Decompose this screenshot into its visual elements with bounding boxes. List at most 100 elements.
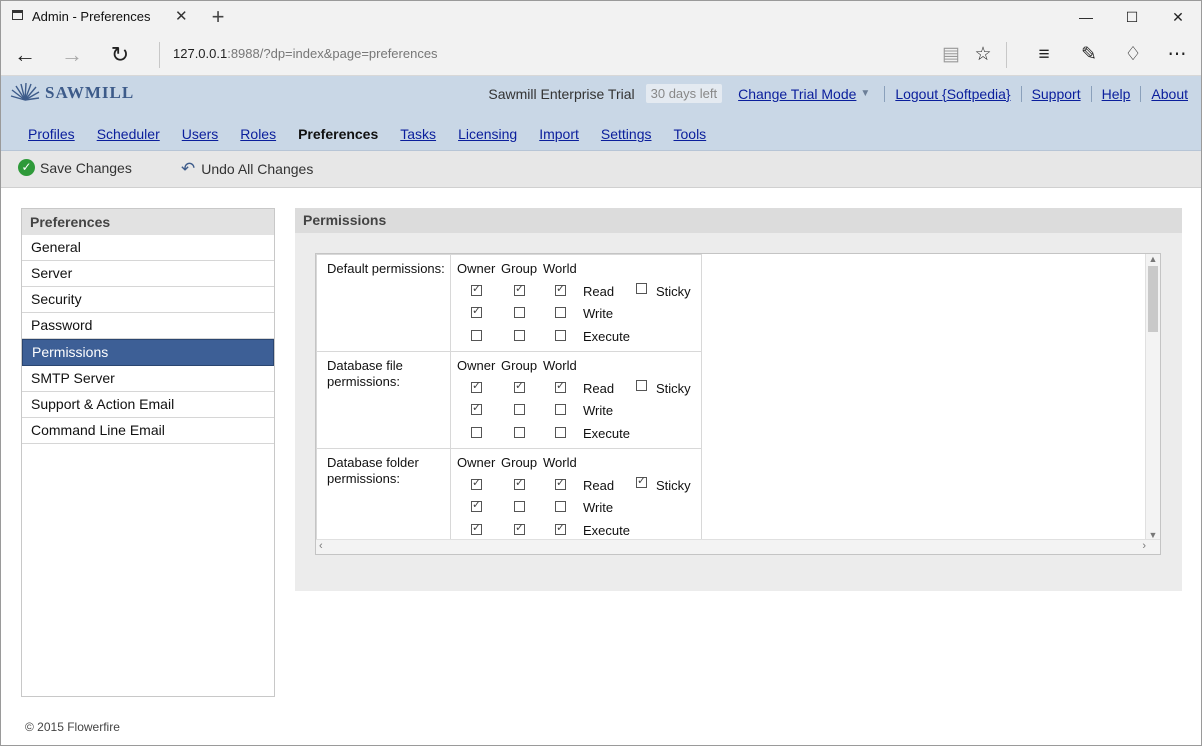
column-header-world: World — [543, 261, 577, 276]
divider — [1020, 85, 1022, 102]
read-group-checkbox[interactable] — [514, 282, 525, 296]
divider — [1140, 85, 1142, 102]
read-group-checkbox[interactable] — [514, 476, 525, 490]
nav-tasks[interactable]: Tasks — [400, 126, 436, 142]
execute-owner-checkbox[interactable] — [471, 521, 482, 535]
sidebar-item-general[interactable]: General — [22, 235, 274, 261]
browser-tab-bar: Admin - Preferences ✕ + — ☐ ✕ — [0, 0, 1202, 34]
close-tab-icon[interactable]: ✕ — [175, 7, 188, 25]
sawmill-logo[interactable]: SAWMILL — [10, 82, 134, 104]
back-icon[interactable]: ← — [10, 40, 40, 70]
support-link[interactable]: Support — [1032, 86, 1081, 102]
chevron-down-icon[interactable]: ▼ — [860, 88, 870, 99]
write-world-checkbox[interactable] — [555, 307, 566, 318]
divider — [1090, 85, 1092, 102]
sidebar-item-command-line-email[interactable]: Command Line Email — [22, 418, 274, 444]
new-tab-button[interactable]: + — [206, 4, 230, 30]
nav-preferences[interactable]: Preferences — [298, 126, 378, 142]
url-field[interactable]: 127.0.0.1:8988/?dp=index&page=preference… — [173, 46, 438, 61]
sticky-label: Sticky — [656, 478, 691, 493]
nav-roles[interactable]: Roles — [240, 126, 276, 142]
share-icon[interactable]: ♢ — [1118, 40, 1148, 70]
execute-world-checkbox[interactable] — [555, 427, 566, 438]
write-group-checkbox[interactable] — [514, 404, 525, 415]
write-label: Write — [583, 403, 614, 418]
permission-grid-box: Owner Group World Read Write Execute Sticky — [451, 449, 701, 545]
nav-users[interactable]: Users — [182, 126, 219, 142]
browser-tab[interactable]: Admin - Preferences ✕ — [0, 0, 200, 34]
refresh-icon[interactable]: ↻ — [105, 40, 135, 70]
hub-icon[interactable]: ≡ — [1029, 40, 1059, 70]
read-world-checkbox[interactable] — [555, 282, 566, 296]
sidebar-item-permissions[interactable]: Permissions — [22, 339, 274, 366]
sticky-checkbox[interactable] — [636, 380, 647, 391]
execute-world-checkbox[interactable] — [555, 330, 566, 341]
web-note-icon[interactable]: ✎ — [1074, 40, 1104, 70]
horizontal-scrollbar[interactable]: ‹ › — [316, 539, 1160, 554]
nav-licensing[interactable]: Licensing — [458, 126, 517, 142]
write-group-checkbox[interactable] — [514, 307, 525, 318]
execute-group-checkbox[interactable] — [514, 521, 525, 535]
scroll-up-icon[interactable]: ▲ — [1146, 254, 1160, 264]
close-window-icon[interactable]: ✕ — [1155, 0, 1201, 34]
execute-owner-checkbox[interactable] — [471, 427, 482, 438]
execute-world-checkbox[interactable] — [555, 521, 566, 535]
read-owner-checkbox[interactable] — [471, 476, 482, 490]
change-trial-mode-link[interactable]: Change Trial Mode — [738, 86, 856, 102]
scroll-left-icon[interactable]: ‹ — [319, 540, 323, 553]
execute-group-checkbox[interactable] — [514, 330, 525, 341]
saw-blade-icon — [10, 82, 40, 101]
sidebar-item-security[interactable]: Security — [22, 287, 274, 313]
read-world-checkbox[interactable] — [555, 379, 566, 393]
about-link[interactable]: About — [1151, 86, 1188, 102]
sidebar-item-smtp-server[interactable]: SMTP Server — [22, 366, 274, 392]
permission-grid: Owner Group World Read Write Execute Sticky — [450, 448, 702, 546]
write-label: Write — [583, 306, 614, 321]
execute-group-checkbox[interactable] — [514, 427, 525, 438]
nav-scheduler[interactable]: Scheduler — [97, 126, 160, 142]
logout-link[interactable]: Logout {Softpedia} — [895, 86, 1010, 102]
favorite-star-icon[interactable]: ☆ — [968, 40, 998, 70]
write-owner-checkbox[interactable] — [471, 401, 482, 415]
permissions-scroll-area[interactable]: Default permissions: Owner Group World Read W… — [315, 253, 1161, 555]
sidebar-item-support-action-email[interactable]: Support & Action Email — [22, 392, 274, 418]
write-owner-checkbox[interactable] — [471, 498, 482, 512]
vertical-scrollbar[interactable]: ▲ ▼ — [1145, 254, 1160, 540]
write-label: Write — [583, 500, 614, 515]
sidebar-item-server[interactable]: Server — [22, 261, 274, 287]
column-header-group: Group — [501, 261, 538, 276]
write-group-checkbox[interactable] — [514, 501, 525, 512]
undo-all-changes-button[interactable]: ↶ Undo All Changes — [181, 159, 313, 179]
permission-group-row: Database folder permissions: Owner Group Wo… — [316, 448, 702, 546]
write-owner-checkbox[interactable] — [471, 304, 482, 318]
write-world-checkbox[interactable] — [555, 404, 566, 415]
tab-title: Admin - Preferences — [32, 9, 151, 24]
sticky-checkbox[interactable] — [636, 283, 647, 294]
sticky-label: Sticky — [656, 284, 691, 299]
forward-icon[interactable]: → — [57, 40, 87, 70]
read-owner-checkbox[interactable] — [471, 379, 482, 393]
help-link[interactable]: Help — [1102, 86, 1131, 102]
reading-view-icon[interactable]: ▤ — [936, 40, 966, 70]
execute-label: Execute — [583, 523, 630, 538]
sidebar-item-password[interactable]: Password — [22, 313, 274, 339]
sticky-label: Sticky — [656, 381, 691, 396]
minimize-icon[interactable]: — — [1063, 0, 1109, 34]
sticky-checkbox[interactable] — [636, 474, 647, 488]
logo-text: SAWMILL — [45, 83, 135, 102]
read-world-checkbox[interactable] — [555, 476, 566, 490]
nav-settings[interactable]: Settings — [601, 126, 652, 142]
nav-tools[interactable]: Tools — [674, 126, 707, 142]
save-changes-button[interactable]: ✓ Save Changes — [18, 159, 132, 176]
more-icon[interactable]: ⋯ — [1162, 40, 1192, 70]
nav-import[interactable]: Import — [539, 126, 579, 142]
read-group-checkbox[interactable] — [514, 379, 525, 393]
scroll-right-icon[interactable]: › — [1142, 540, 1146, 553]
write-world-checkbox[interactable] — [555, 501, 566, 512]
nav-profiles[interactable]: Profiles — [28, 126, 75, 142]
panel-title: Permissions — [295, 208, 1182, 233]
read-owner-checkbox[interactable] — [471, 282, 482, 296]
scrollbar-thumb[interactable] — [1148, 266, 1158, 332]
execute-owner-checkbox[interactable] — [471, 330, 482, 341]
maximize-icon[interactable]: ☐ — [1109, 0, 1155, 34]
